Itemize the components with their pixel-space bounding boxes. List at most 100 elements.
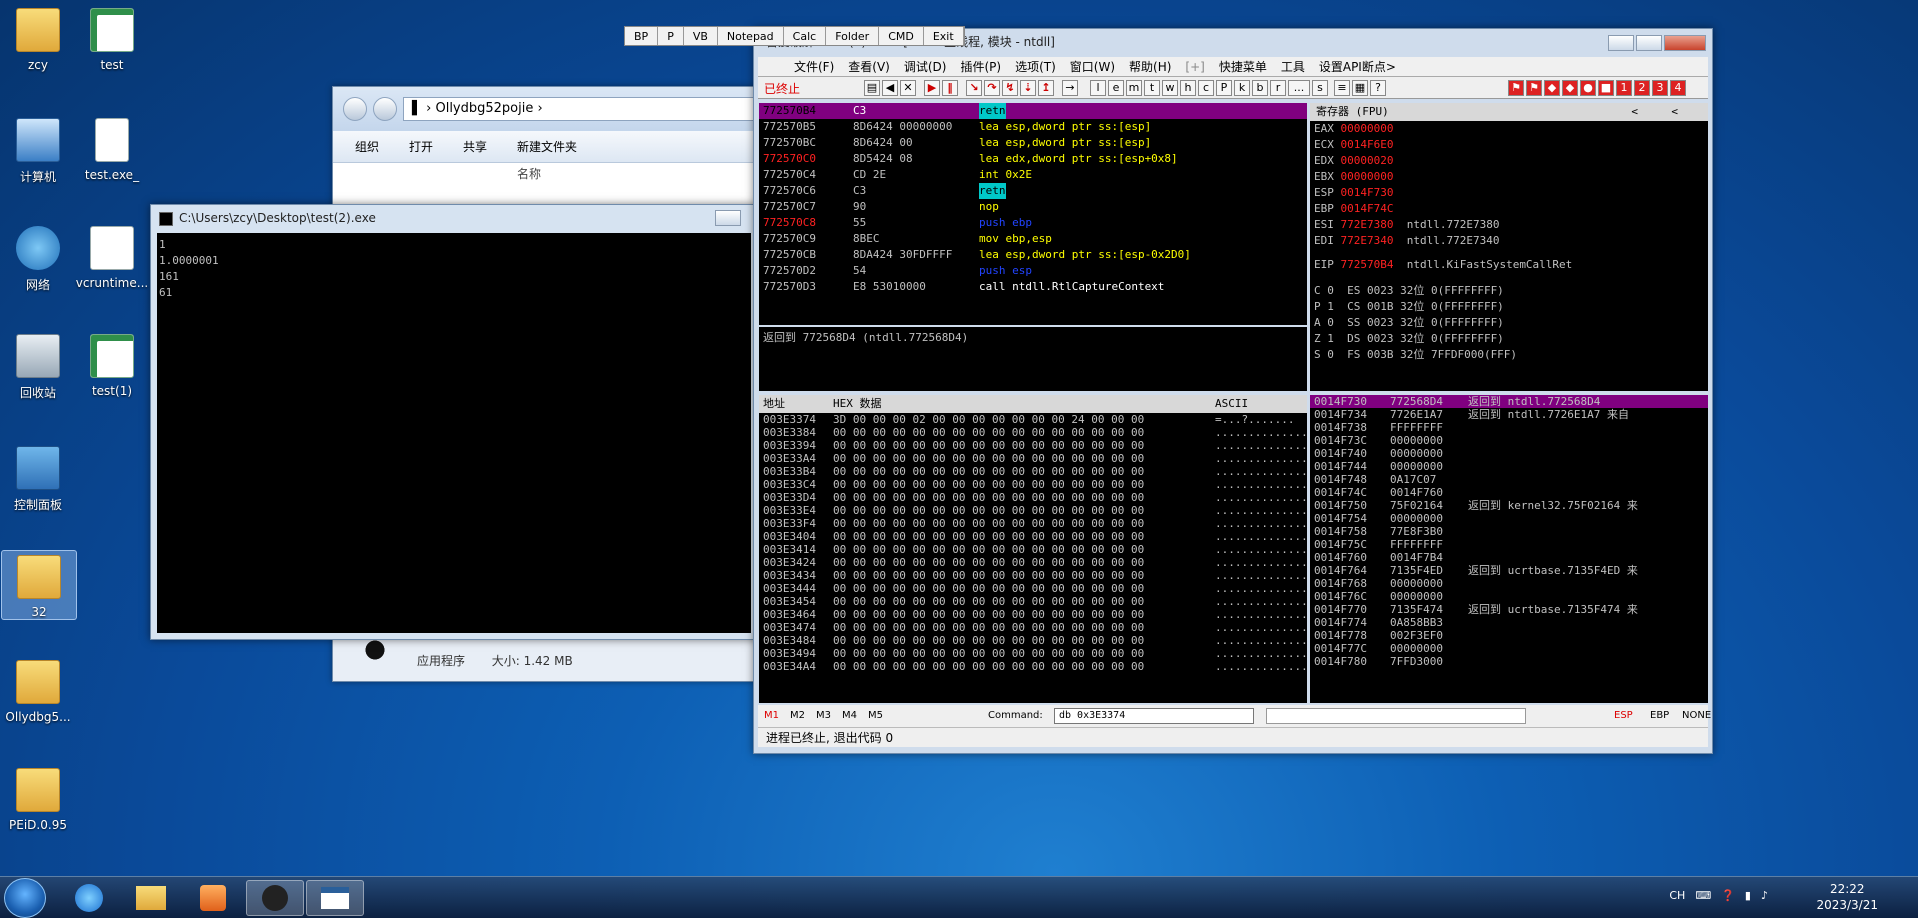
start-button[interactable]	[4, 878, 46, 918]
new-folder-button[interactable]: 新建文件夹	[517, 138, 577, 155]
register-row-eip[interactable]: EIP 772570B4 ntdll.KiFastSystemCallRet	[1314, 257, 1708, 273]
taskbar-console-icon[interactable]	[306, 880, 364, 916]
toolbar-btn-t[interactable]: t	[1144, 80, 1160, 96]
stack-row[interactable]: 0014F73C 00000000	[1310, 434, 1708, 447]
go-to-icon[interactable]: →	[1062, 80, 1078, 96]
toolbar-btn-e[interactable]: e	[1108, 80, 1124, 96]
disasm-row[interactable]: 772570C7 90 nop	[759, 199, 1307, 215]
folder-button[interactable]: Folder	[826, 27, 880, 45]
taskbar-ollydbg-icon[interactable]	[246, 880, 304, 916]
register-row[interactable]: EDI 772E7340 ntdll.772E7340	[1314, 233, 1708, 249]
plugin-icon-4[interactable]: ◆	[1562, 80, 1578, 96]
plugin-icon-3[interactable]: ◆	[1544, 80, 1560, 96]
close-process-icon[interactable]: ✕	[900, 80, 916, 96]
close-button[interactable]	[1664, 35, 1706, 51]
column-header-name[interactable]: 名称	[333, 163, 761, 185]
plugin-icon-7[interactable]: 1	[1616, 80, 1632, 96]
desktop-icon-test1[interactable]: test(1)	[74, 334, 150, 398]
menu-debug[interactable]: 调试(D)	[904, 57, 947, 76]
open-button[interactable]: 打开	[409, 138, 433, 155]
stack-row[interactable]: 0014F74C 0014F760	[1310, 486, 1708, 499]
stack-row[interactable]: 0014F780 7FFD3000	[1310, 655, 1708, 668]
run-icon[interactable]: ▶	[924, 80, 940, 96]
notepad-button[interactable]: Notepad	[718, 27, 784, 45]
stack-row[interactable]: 0014F770 7135F474 返回到 ucrtbase.7135F474 来	[1310, 603, 1708, 616]
disasm-row[interactable]: 772570D3 E8 53010000 call ntdll.RtlCapture…	[759, 279, 1307, 295]
animate-into-icon[interactable]: ↯	[1002, 80, 1018, 96]
toolbar-btn-more[interactable]: ...	[1288, 80, 1310, 96]
menu-view[interactable]: 查看(V)	[848, 57, 890, 76]
plugin-icon-6[interactable]: ■	[1598, 80, 1614, 96]
desktop-icon-network[interactable]: 网络	[0, 226, 76, 293]
stack-row[interactable]: 0014F748 0A17C07	[1310, 473, 1708, 486]
plugin-icon-8[interactable]: 2	[1634, 80, 1650, 96]
disasm-row[interactable]: 772570D2 54 push esp	[759, 263, 1307, 279]
execute-till-return-icon[interactable]: ↥	[1038, 80, 1054, 96]
menu-window[interactable]: 窗口(W)	[1070, 57, 1115, 76]
desktop-icon-computer[interactable]: 计算机	[0, 118, 76, 185]
disasm-row[interactable]: 772570C9 8BEC mov ebp,esp	[759, 231, 1307, 247]
desktop-icon-test[interactable]: test	[74, 8, 150, 72]
ollydbg-window[interactable]: 吾爱破解 - test(2).exe - [LCG - 主线程, 模块 - nt…	[753, 28, 1713, 754]
toolbar-btn-b[interactable]: b	[1252, 80, 1268, 96]
plugin-icon-1[interactable]: ⚑	[1508, 80, 1524, 96]
menu-file[interactable]: 文件(F)	[794, 57, 834, 76]
desktop-icon-control-panel[interactable]: 控制面板	[0, 446, 76, 513]
register-row[interactable]: EDX 00000020	[1314, 153, 1708, 169]
keyboard-icon[interactable]: ⌨	[1695, 889, 1711, 902]
toolbar-btn-k[interactable]: k	[1234, 80, 1250, 96]
taskbar-media-player-icon[interactable]	[184, 880, 242, 916]
registers-pane[interactable]: 寄存器 (FPU) < < EAX 00000000 ECX 0014F6E0 EDX …	[1310, 103, 1708, 391]
menu-plugins[interactable]: 插件(P)	[960, 57, 1001, 76]
disasm-row[interactable]: 772570C4 CD 2E int 0x2E	[759, 167, 1307, 183]
volume-icon[interactable]: ♪	[1761, 889, 1768, 902]
tab-m3[interactable]: M3	[816, 705, 831, 727]
disasm-row[interactable]: 772570C0 8D5424 08 lea edx,dword ptr ss:[e…	[759, 151, 1307, 167]
stack-row[interactable]: 0014F754 00000000	[1310, 512, 1708, 525]
desktop-icon-test-exe[interactable]: test.exe_	[74, 118, 150, 182]
minimize-button[interactable]	[715, 210, 741, 226]
toolbar-btn-r[interactable]: r	[1270, 80, 1286, 96]
menu-plus[interactable]: [+]	[1185, 57, 1204, 76]
stack-row[interactable]: 0014F76C 00000000	[1310, 590, 1708, 603]
toolbar-btn-p[interactable]: P	[1216, 80, 1232, 96]
stack-row[interactable]: 0014F744 00000000	[1310, 460, 1708, 473]
toolbar-btn-m[interactable]: m	[1126, 80, 1142, 96]
language-indicator[interactable]: CH	[1669, 889, 1685, 902]
console-window[interactable]: C:\Users\zcy\Desktop\test(2).exe 1 1.000…	[150, 204, 758, 640]
reg-tag-ebp[interactable]: EBP	[1650, 705, 1669, 727]
address-bar[interactable]: ▌ › Ollydbg52pojie ›	[403, 97, 761, 121]
disasm-row[interactable]: 772570C8 55 push ebp	[759, 215, 1307, 231]
list-icon[interactable]: ≡	[1334, 80, 1350, 96]
menu-shortcuts[interactable]: 快捷菜单	[1219, 57, 1267, 76]
forward-button[interactable]	[373, 97, 397, 121]
help-icon[interactable]: ?	[1370, 80, 1386, 96]
register-row[interactable]: EAX 00000000	[1314, 121, 1708, 137]
stack-row[interactable]: 0014F77C 00000000	[1310, 642, 1708, 655]
stack-row[interactable]: 0014F75C FFFFFFFF	[1310, 538, 1708, 551]
disasm-row[interactable]: 772570C6 C3 retn	[759, 183, 1307, 199]
plugin-icon-10[interactable]: 4	[1670, 80, 1686, 96]
maximize-button[interactable]	[1636, 35, 1662, 51]
toolbar-btn-l[interactable]: l	[1090, 80, 1106, 96]
plugin-icon-5[interactable]: ●	[1580, 80, 1596, 96]
command-input[interactable]: db 0x3E3374	[1054, 708, 1254, 724]
restart-icon[interactable]: ◀	[882, 80, 898, 96]
desktop-icon-vcruntime[interactable]: vcruntime...	[74, 226, 150, 290]
desktop-icon-peid[interactable]: PEiD.0.95	[0, 768, 76, 832]
register-row[interactable]: ESP 0014F730	[1314, 185, 1708, 201]
desktop-icon-ollydbg[interactable]: Ollydbg5...	[0, 660, 76, 724]
cmd-button[interactable]: CMD	[879, 27, 924, 45]
window-icon[interactable]: ▦	[1352, 80, 1368, 96]
stack-pane[interactable]: 0014F730 772568D4 返回到 ntdll.772568D4 0014F7…	[1310, 395, 1708, 703]
stack-row[interactable]: 0014F774 0A858BB3	[1310, 616, 1708, 629]
network-tray-icon[interactable]: ▮	[1745, 889, 1751, 902]
stack-row[interactable]: 0014F740 00000000	[1310, 447, 1708, 460]
toolbar-btn-w[interactable]: w	[1162, 80, 1178, 96]
register-row[interactable]: EBX 00000000	[1314, 169, 1708, 185]
help-icon[interactable]: ❓	[1721, 889, 1735, 902]
clock[interactable]: 22:22 2023/3/21	[1816, 881, 1878, 913]
disassembly-pane[interactable]: 772570B4 C3 retn 772570B5 8D6424 00000000 lea…	[759, 103, 1307, 325]
desktop-icon-recycle-bin[interactable]: 回收站	[0, 334, 76, 401]
calc-button[interactable]: Calc	[784, 27, 827, 45]
